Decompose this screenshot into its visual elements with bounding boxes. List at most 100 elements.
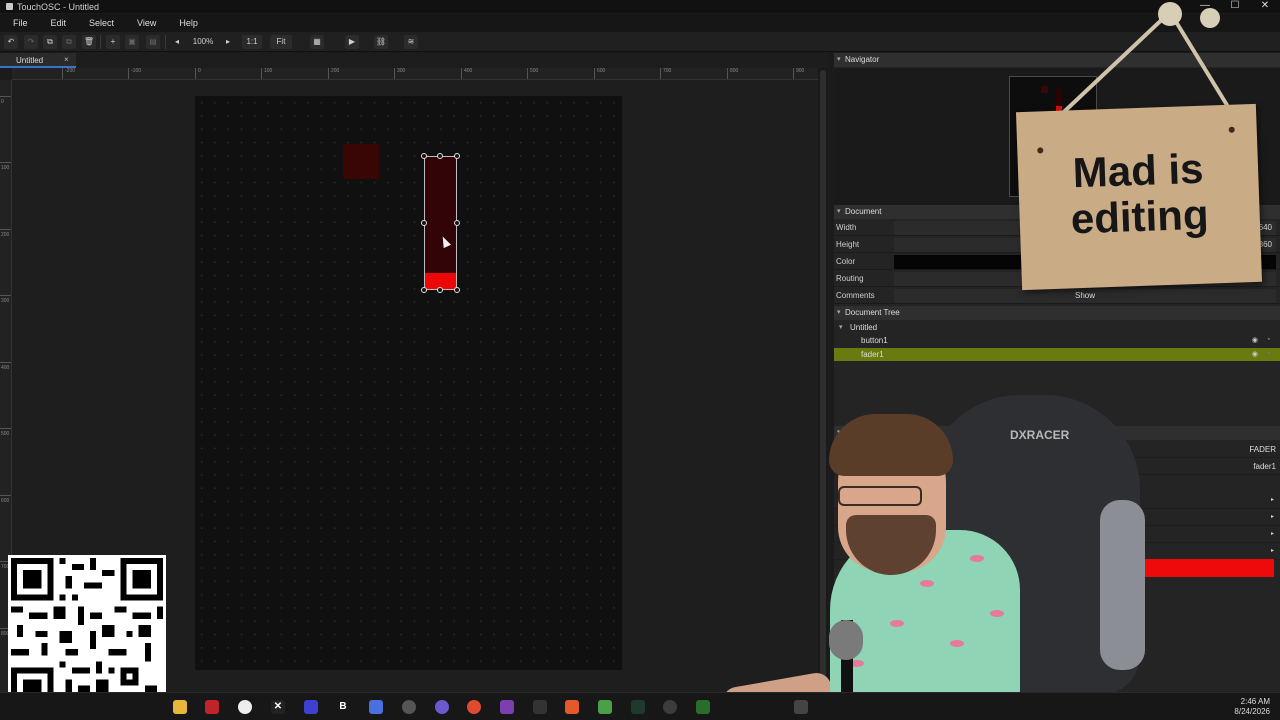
x-icon[interactable]: ✕ — [271, 700, 285, 714]
sign-line-2: editing — [1070, 190, 1210, 243]
app-icon — [6, 3, 13, 10]
ruler-label: 0 — [198, 68, 201, 74]
document-tree-header[interactable]: ▾ Document Tree — [834, 306, 1280, 320]
chair-brand-text: DXRACER — [1010, 428, 1070, 442]
obs-icon[interactable] — [402, 700, 416, 714]
ruler-label: 200 — [1, 232, 10, 238]
zoom-in-icon[interactable]: ▸ — [223, 35, 233, 49]
app-icon-play[interactable] — [696, 700, 710, 714]
collapse-icon: ▾ — [837, 309, 841, 316]
discord-icon[interactable] — [435, 700, 449, 714]
app-icon-red[interactable] — [205, 700, 219, 714]
lock-icon[interactable]: ▪ — [1268, 336, 1270, 343]
link-icon[interactable]: ⛓ — [374, 35, 388, 49]
ruler-label: 900 — [796, 68, 805, 74]
zoom-1-1-button[interactable]: 1:1 — [242, 35, 262, 49]
prop-key: Routing — [836, 274, 864, 283]
qr-code — [8, 555, 166, 713]
zoom-level[interactable]: 100% — [188, 35, 218, 49]
chevron-right-icon[interactable]: ▸ — [1271, 513, 1274, 520]
folder-icon[interactable] — [173, 700, 187, 714]
menu-edit[interactable]: Edit — [39, 18, 78, 28]
app-icon-circle[interactable] — [238, 700, 252, 714]
eye-icon[interactable]: ◉ — [1252, 350, 1258, 358]
expand-icon[interactable]: ▾ — [839, 323, 843, 331]
menu-view[interactable]: View — [125, 18, 167, 28]
control-type-value: FADER — [1249, 445, 1276, 454]
brave-icon[interactable] — [565, 700, 579, 714]
navigator-title: Navigator — [845, 55, 880, 64]
app-icon-green[interactable] — [598, 700, 612, 714]
chrome-icon[interactable] — [467, 700, 481, 714]
scrollbar-thumb[interactable] — [820, 70, 826, 690]
copy-icon[interactable]: ⧉ — [43, 35, 57, 49]
ruler-label: 400 — [464, 68, 473, 74]
resize-handle[interactable] — [437, 153, 443, 159]
prop-key: Color — [836, 257, 856, 266]
prop-key: Width — [836, 223, 857, 232]
ruler-label: 400 — [1, 365, 10, 371]
tree-item-root[interactable]: ▾ Untitled — [834, 321, 1280, 334]
ruler-label: 600 — [597, 68, 606, 74]
menu-select[interactable]: Select — [77, 18, 125, 28]
delete-icon[interactable]: 🗑 — [82, 35, 96, 49]
zoom-out-icon[interactable]: ◂ — [172, 35, 182, 49]
resize-handle[interactable] — [454, 220, 460, 226]
chevron-right-icon[interactable]: ▸ — [1271, 547, 1274, 554]
fader-control[interactable] — [424, 156, 457, 290]
prop-value: Show — [1074, 291, 1095, 300]
redo-icon[interactable]: ↷ — [24, 35, 38, 49]
app-icon-terminal[interactable] — [631, 700, 645, 714]
tab-bar: Untitled × — [0, 53, 828, 68]
grid-icon[interactable]: ▦ — [310, 35, 324, 49]
grid-app-icon[interactable] — [304, 700, 318, 714]
ruler-label: 600 — [1, 498, 10, 504]
resize-handle[interactable] — [421, 287, 427, 293]
editing-sign: Mad is editing — [1015, 103, 1263, 291]
tree-item-fader1[interactable]: fader1 ◉ ▪ — [834, 348, 1280, 361]
ruler-label: 300 — [1, 298, 10, 304]
touchosc-icon[interactable] — [794, 700, 808, 714]
control-name-value: fader1 — [1253, 462, 1276, 471]
control-color-swatch[interactable] — [1134, 559, 1274, 577]
tab-untitled[interactable]: Untitled × — [0, 53, 76, 68]
menu-file[interactable]: File — [0, 18, 39, 28]
resize-handle[interactable] — [421, 220, 427, 226]
zoom-fit-button[interactable]: Fit — [270, 35, 292, 49]
window-title: TouchOSC - Untitled — [17, 1, 100, 12]
tree-item-button1[interactable]: button1 ◉ ▪ — [834, 334, 1280, 347]
layout-canvas[interactable] — [195, 96, 622, 670]
resize-handle[interactable] — [437, 287, 443, 293]
app-icon-blue[interactable] — [369, 700, 383, 714]
undo-icon[interactable]: ↶ — [4, 35, 18, 49]
chair-armrest — [1100, 500, 1145, 670]
app-icon-purple[interactable] — [500, 700, 514, 714]
comments-show-button[interactable]: Show — [894, 289, 1276, 303]
clock-time: 2:46 AM — [1240, 697, 1270, 706]
taskbar-clock[interactable]: 2:46 AM 8/24/2026 — [1210, 697, 1270, 717]
prop-key: Comments — [836, 291, 875, 300]
group-icon[interactable]: ▣ — [125, 35, 139, 49]
button-control[interactable] — [343, 144, 379, 179]
lock-icon[interactable]: ▪ — [1268, 350, 1270, 357]
resize-handle[interactable] — [454, 153, 460, 159]
taskbar: ✕ B 2:46 AM 8/24/2026 — [0, 692, 1280, 720]
add-icon[interactable]: + — [106, 35, 120, 49]
tab-close-icon[interactable]: × — [64, 55, 69, 64]
eye-icon[interactable]: ◉ — [1252, 336, 1258, 344]
wifi-icon[interactable]: ≋ — [404, 35, 418, 49]
play-icon[interactable]: ▶ — [345, 35, 359, 49]
ungroup-icon[interactable]: ▤ — [146, 35, 160, 49]
menu-help[interactable]: Help — [167, 18, 209, 28]
ruler-label: 200 — [331, 68, 340, 74]
resize-handle[interactable] — [454, 287, 460, 293]
app-icon-round[interactable] — [663, 700, 677, 714]
resize-handle[interactable] — [421, 153, 427, 159]
ruler-label: 0 — [1, 99, 4, 105]
chevron-right-icon[interactable]: ▸ — [1271, 496, 1274, 503]
editor-scrollbar[interactable] — [818, 68, 828, 692]
b-app-icon[interactable]: B — [336, 700, 350, 714]
paste-icon[interactable]: ⧉ — [62, 35, 76, 49]
app-icon-dark[interactable] — [533, 700, 547, 714]
chevron-right-icon[interactable]: ▸ — [1271, 530, 1274, 537]
